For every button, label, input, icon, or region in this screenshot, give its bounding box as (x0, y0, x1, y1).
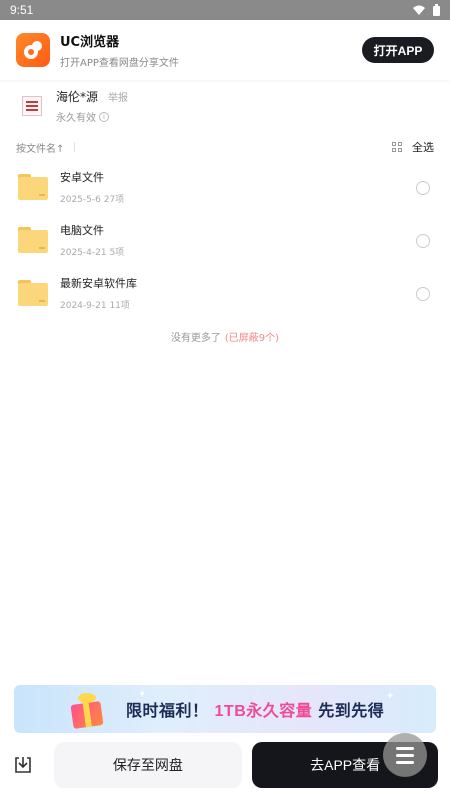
blocked-count[interactable]: (已屏蔽9个) (225, 333, 279, 344)
list-item[interactable]: 最新安卓软件库 2024-9-21 11项 (0, 266, 450, 319)
report-link[interactable]: 举报 (108, 89, 128, 104)
file-name: 安卓文件 (60, 170, 104, 184)
list-item[interactable]: 安卓文件 2025-5-6 27项 (0, 160, 450, 213)
file-count: 27项 (103, 194, 125, 205)
app-download-banner[interactable]: UC浏览器 打开APP查看网盘分享文件 打开APP (0, 20, 450, 80)
file-date: 2025-4-21 (60, 247, 107, 258)
promo-prefix: 限时福利！ (126, 703, 209, 720)
file-date: 2024-9-21 (60, 300, 107, 311)
gift-box-icon (64, 693, 110, 729)
app-banner-text: UC浏览器 打开APP查看网盘分享文件 (60, 31, 362, 69)
app-name: UC浏览器 (60, 35, 120, 50)
select-all-button[interactable]: 全选 (412, 139, 434, 155)
status-icons (413, 4, 440, 16)
battery-icon (433, 4, 440, 16)
download-icon[interactable] (12, 754, 34, 776)
validity-text: 永久有效 i (56, 109, 128, 124)
sort-by-name-button[interactable]: 按文件名↑ (16, 140, 64, 155)
folder-icon (18, 226, 48, 253)
list-item[interactable]: 电脑文件 2025-4-21 5项 (0, 213, 450, 266)
no-more-text: 没有更多了 (170, 333, 221, 344)
file-name: 电脑文件 (60, 223, 104, 237)
promo-highlight: 1TB永久容量 (214, 703, 313, 720)
promo-banner[interactable]: ✦ ✦ 限时福利！ 1TB永久容量 先到先得 (14, 685, 436, 733)
uc-browser-logo-icon (16, 33, 50, 67)
validity-label: 永久有效 (56, 113, 96, 124)
folder-icon (18, 279, 48, 306)
open-app-button[interactable]: 打开APP (362, 37, 434, 63)
select-radio[interactable] (416, 181, 430, 195)
select-radio[interactable] (416, 287, 430, 301)
file-name: 最新安卓软件库 (60, 276, 137, 290)
floating-menu-icon[interactable] (383, 733, 427, 777)
file-count: 5项 (109, 247, 125, 258)
grid-view-icon[interactable] (392, 142, 402, 152)
promo-suffix: 先到先得 (318, 703, 385, 720)
avatar[interactable] (22, 96, 42, 116)
sort-bar: 按文件名↑ 全选 (0, 136, 450, 158)
status-bar: 9:51 (0, 0, 450, 20)
file-list: 安卓文件 2025-5-6 27项 电脑文件 2025-4-21 5项 最新安卓… (0, 160, 450, 319)
share-owner: 海伦*源 举报 永久有效 i (0, 84, 450, 128)
app-subtitle: 打开APP查看网盘分享文件 (60, 58, 179, 69)
folder-icon (18, 173, 48, 200)
file-meta: 2025-4-21 5项 (60, 245, 124, 258)
divider (74, 142, 76, 152)
wifi-icon (413, 5, 425, 15)
select-radio[interactable] (416, 234, 430, 248)
page: 9:51 UC浏览器 打开APP查看网盘分享文件 打开APP 海伦*源 举报 永… (0, 0, 450, 800)
sparkle-icon: ✦ (386, 691, 395, 702)
file-meta: 2025-5-6 27项 (60, 192, 124, 205)
owner-info: 海伦*源 举报 永久有效 i (56, 88, 128, 124)
file-date: 2025-5-6 (60, 194, 101, 205)
end-of-list-note: 没有更多了 (已屏蔽9个) (0, 329, 450, 344)
file-meta: 2024-9-21 11项 (60, 298, 137, 311)
status-time: 9:51 (10, 3, 34, 17)
file-count: 11项 (109, 300, 130, 311)
info-icon[interactable]: i (99, 111, 109, 122)
bottom-action-bar: 保存至网盘 去APP查看 (0, 740, 450, 790)
owner-name: 海伦*源 (56, 90, 99, 104)
save-to-cloud-button[interactable]: 保存至网盘 (53, 742, 243, 788)
promo-text: 限时福利！ 1TB永久容量 先到先得 (126, 697, 384, 721)
sparkle-icon: ✦ (138, 689, 147, 700)
